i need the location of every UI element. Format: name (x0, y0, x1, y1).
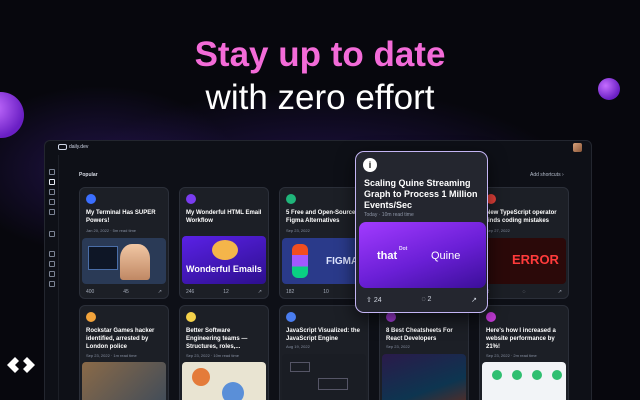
app-window: daily.dev Popular Add shortcuts › My Ter… (44, 140, 592, 400)
article-card[interactable]: Here's how I increased a website perform… (479, 305, 569, 400)
card-image (182, 362, 266, 400)
image-caption: ERROR (512, 252, 559, 267)
logo-text: daily.dev (69, 144, 89, 150)
share-icon[interactable]: ↗ (158, 289, 162, 295)
article-card[interactable]: Better Software Engineering teams — Stru… (179, 305, 269, 400)
article-card[interactable]: My Wonderful HTML Email Workflow Wonderf… (179, 187, 269, 299)
source-icon (486, 312, 496, 322)
add-shortcuts-button[interactable]: Add shortcuts › (530, 172, 564, 178)
card-title: Better Software Engineering teams — Stru… (186, 328, 248, 350)
app-logo[interactable]: daily.dev (58, 144, 88, 150)
card-image: FIGMA (282, 238, 366, 284)
card-meta: Aug 19, 2022 (286, 344, 310, 349)
bookmark-icon[interactable] (49, 251, 55, 257)
comment-count: 2 (427, 296, 432, 303)
upvote-count[interactable]: 182 (286, 289, 294, 295)
upvote-count: 24 (373, 297, 382, 304)
article-card[interactable]: JavaScript Visualized: the JavaScript En… (279, 305, 369, 400)
card-image: ERROR (482, 238, 566, 284)
card-title: 8 Best Cheatsheets For React Developers (386, 328, 453, 342)
share-icon[interactable]: ↗ (471, 296, 477, 304)
card-title: 5 Free and Open-Source Figma Alternative… (286, 210, 356, 224)
card-title: Rockstar Games hacker identified, arrest… (86, 328, 155, 350)
card-image (482, 362, 566, 400)
home-icon[interactable] (49, 169, 55, 175)
image-caption: Dot (399, 246, 408, 252)
card-image (282, 354, 366, 400)
comment-count[interactable]: 10 (323, 289, 329, 295)
comment-count[interactable]: 12 (223, 289, 229, 295)
card-image (82, 238, 166, 284)
search-icon[interactable] (49, 209, 55, 215)
discussion-icon[interactable] (49, 199, 55, 205)
sidebar (45, 155, 59, 400)
card-meta: Jan 20, 2022 · 5m read time (86, 228, 137, 233)
article-card[interactable]: New TypeScript operator finds coding mis… (479, 187, 569, 299)
source-icon: i (363, 158, 377, 172)
brand-logo-icon (7, 357, 35, 373)
source-icon (86, 194, 96, 204)
headline-line-1: Stay up to date (194, 35, 446, 74)
featured-card-stats: ⇧ 24 ◌ 2 ↗ (366, 296, 477, 304)
article-card[interactable]: My Terminal Has SUPER Powers! Jan 20, 20… (79, 187, 169, 299)
card-image (82, 362, 166, 400)
source-icon (286, 194, 296, 204)
featured-article-card[interactable]: i Scaling Quine Streaming Graph to Proce… (355, 151, 488, 313)
card-meta: Sep 23, 2022 · 1m read time (86, 353, 137, 358)
headline-line-2: with zero effort (205, 78, 435, 117)
card-stats: 182 10 ↗ (286, 289, 362, 295)
upvote-count[interactable]: 400 (86, 289, 94, 295)
image-caption: FIGMA (326, 256, 359, 267)
featured-card-meta: Today · 10m read time (364, 212, 414, 218)
source-icon (186, 312, 196, 322)
card-meta: Sep 23, 2022 (386, 344, 410, 349)
avatar[interactable] (573, 143, 582, 152)
image-caption: that (377, 250, 398, 262)
card-title: My Terminal Has SUPER Powers! (86, 210, 156, 224)
headline: Stay up to date with zero effort (0, 34, 640, 120)
card-image: Wonderful Emails (182, 236, 266, 284)
comment-count[interactable]: 45 (123, 289, 129, 295)
settings-icon[interactable] (49, 271, 55, 277)
share-icon[interactable]: ↗ (558, 289, 562, 295)
top-bar: daily.dev (45, 141, 591, 155)
history-icon[interactable] (49, 261, 55, 267)
comment-icon[interactable]: ◌ (523, 289, 526, 295)
card-meta: Sep 23, 2022 · 10m read time (186, 353, 239, 358)
share-icon[interactable]: ↗ (258, 289, 262, 295)
upvote-count[interactable]: 246 (186, 289, 194, 295)
card-title: Here's how I increased a website perform… (486, 328, 556, 350)
card-image (382, 354, 466, 400)
image-caption: Quine (431, 250, 461, 262)
link-icon[interactable] (49, 231, 55, 237)
card-stats: 246 12 ↗ (186, 289, 262, 295)
comment-button[interactable]: ◌ 2 (421, 296, 431, 304)
logo-icon (58, 144, 67, 150)
featured-card-image: that Dot Quine (359, 222, 486, 288)
section-title: Popular (79, 172, 98, 178)
card-meta: Sep 27, 2022 (486, 228, 510, 233)
card-title: New TypeScript operator finds coding mis… (486, 210, 557, 224)
source-icon (286, 312, 296, 322)
add-shortcuts-label: Add shortcuts (530, 172, 561, 178)
flame-icon[interactable] (49, 179, 55, 185)
help-icon[interactable] (49, 281, 55, 287)
article-card[interactable]: 8 Best Cheatsheets For React Developers … (379, 305, 469, 400)
source-icon (86, 312, 96, 322)
card-stats: 400 45 ↗ (86, 289, 162, 295)
source-icon (386, 312, 396, 322)
source-icon (186, 194, 196, 204)
card-title: My Wonderful HTML Email Workflow (186, 210, 262, 224)
upvote-icon[interactable] (49, 189, 55, 195)
featured-card-title: Scaling Quine Streaming Graph to Process… (364, 178, 478, 210)
upvote-button[interactable]: ⇧ 24 (366, 296, 382, 304)
image-caption: Wonderful Emails (186, 264, 262, 274)
card-meta: Sep 23, 2022 (286, 228, 310, 233)
card-stats: ⇧ ◌ ↗ (486, 289, 562, 295)
card-title: JavaScript Visualized: the JavaScript En… (286, 328, 360, 342)
card-meta: Sep 23, 2022 · 2m read time (486, 353, 537, 358)
article-card[interactable]: Rockstar Games hacker identified, arrest… (79, 305, 169, 400)
